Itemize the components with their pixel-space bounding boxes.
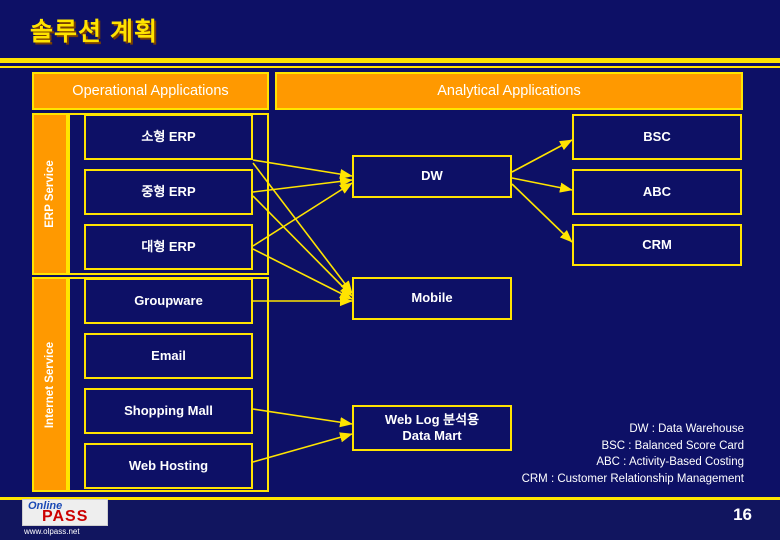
- title-divider: [0, 58, 780, 63]
- page-number: 16: [733, 505, 752, 524]
- legend-item-dw: DW : Data Warehouse: [629, 423, 744, 435]
- header-analytical-applications: Analytical Applications: [275, 72, 743, 110]
- box-web-log-data-mart[interactable]: Web Log 분석용 Data Mart: [352, 405, 512, 451]
- side-label-erp-service: ERP Service: [32, 113, 68, 275]
- side-label-internet-service: Internet Service: [32, 277, 68, 492]
- title-divider-secondary: [0, 66, 780, 68]
- box-mobile[interactable]: Mobile: [352, 277, 512, 320]
- page-title: 솔루션 계획: [30, 18, 158, 46]
- header-operational-applications: Operational Applications: [32, 72, 269, 110]
- logo-url: www.olpass.net: [24, 527, 80, 536]
- box-medium-erp[interactable]: 중형 ERP: [84, 169, 253, 215]
- legend-item-abc: ABC : Activity-Based Costing: [596, 456, 744, 469]
- box-email[interactable]: Email: [84, 333, 253, 379]
- side-label-erp-service-text: ERP Service: [44, 160, 56, 228]
- box-crm[interactable]: CRM: [572, 224, 742, 266]
- box-groupware[interactable]: Groupware: [84, 278, 253, 324]
- box-dw[interactable]: DW: [352, 155, 512, 198]
- box-large-erp[interactable]: 대형 ERP: [84, 224, 253, 270]
- slide-canvas: 솔루션 계획 Operational Applications Analytic…: [0, 0, 780, 540]
- box-abc[interactable]: ABC: [572, 169, 742, 215]
- legend-item-crm: CRM : Customer Relationship Management: [521, 473, 744, 486]
- legend-item-bsc: BSC : Balanced Score Card: [601, 439, 744, 452]
- logo-onlinepass[interactable]: Online PASS www.olpass.net: [22, 499, 118, 537]
- legend: DW : Data Warehouse BSC : Balanced Score…: [522, 421, 744, 488]
- box-shopping-mall[interactable]: Shopping Mall: [84, 388, 253, 434]
- box-bsc[interactable]: BSC: [572, 114, 742, 160]
- side-label-internet-service-text: Internet Service: [44, 341, 56, 428]
- box-web-hosting[interactable]: Web Hosting: [84, 443, 253, 489]
- logo-word-pass: PASS: [42, 508, 89, 525]
- box-small-erp[interactable]: 소형 ERP: [84, 114, 253, 160]
